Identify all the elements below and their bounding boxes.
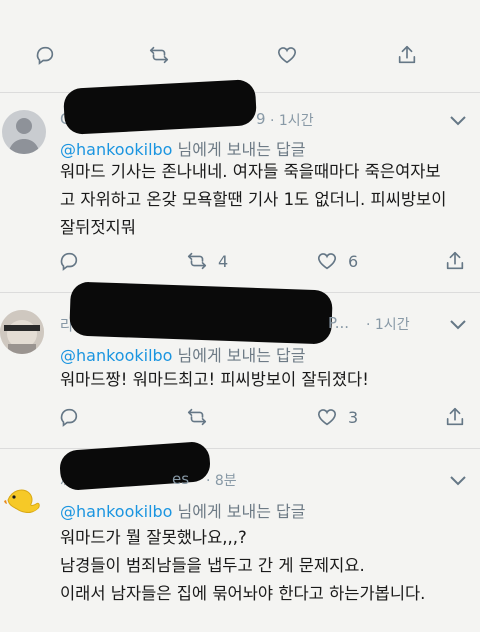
top-retweet-action[interactable] [148,44,170,66]
tweet-3-reply-handle[interactable]: @hankookilbo [60,502,172,521]
tweet-3-line: 워마드가 뭘 잘못했나요,,,? [60,528,247,547]
tweet-1-reply-action[interactable] [58,250,90,272]
tweet-2-reply-context: @hankookilbo 님에게 보내는 답글 [60,342,306,366]
retweet-icon [187,252,207,270]
share-icon [398,45,416,64]
tweet-3-body: 워마드가 뭘 잘못했나요,,,? 남경들이 범죄남들을 냅두고 간 게 문제지요… [60,524,425,608]
tweet-1-handle-fragment: 9 [256,110,266,128]
separator [0,448,480,449]
tweet-1-retweet-action[interactable]: 4 [186,250,228,272]
heart-icon [277,47,297,64]
tweet-1-share-action[interactable] [444,250,466,272]
tweet-3-timestamp[interactable]: · 8분 [206,470,237,490]
tweet-1-line: 고 자위하고 온갖 모욕할땐 기사 1도 없더니. 피씨방보이 [60,190,447,209]
share-icon [446,251,464,270]
tweet-1-like-count: 6 [348,251,359,271]
tweet-2-share-action[interactable] [444,406,466,428]
tweet-2-avatar[interactable] [0,310,44,354]
tweet-1-retweet-count: 4 [218,251,229,271]
tweet-3-reply-context: @hankookilbo 님에게 보내는 답글 [60,498,306,522]
tweet-2-reply-handle[interactable]: @hankookilbo [60,346,172,365]
reply-icon [60,408,78,427]
tweet-1-line: 잘뒤젓지뭐 [60,218,136,237]
top-share-action[interactable] [396,44,418,66]
user-photo-icon [0,310,44,354]
top-like-action[interactable] [276,44,298,66]
tweet-3-reply-suffix: 님에게 보내는 답글 [172,502,306,521]
tweet-2-reply-action[interactable] [58,406,90,428]
previous-tweet-faded-text [60,0,240,14]
tweet-3-line: 남경들이 범죄남들을 냅두고 간 게 문제지요. [60,556,365,575]
tweet-2-retweet-action[interactable] [186,406,218,428]
heart-icon [317,253,337,270]
chevron-down-icon[interactable] [448,318,468,332]
retweet-icon [187,408,207,426]
tweet-1-reply-suffix: 님에게 보내는 답글 [172,140,306,159]
retweet-icon [149,46,169,64]
chevron-down-icon[interactable] [448,474,468,488]
tweet-1-body: 워마드 기사는 존나내네. 여자들 죽을때마다 죽은여자보 고 자위하고 온갖 … [60,158,446,242]
tweet-1-line: 워마드 기사는 존나내네. 여자들 죽을때마다 죽은여자보 [60,162,441,181]
tweet-1-reply-context: @hankookilbo 님에게 보내는 답글 [60,136,306,160]
redaction-block [69,281,333,345]
duck-avatar-icon [2,489,40,513]
reply-icon [60,252,78,271]
tweet-2-body: 워마드짱! 워마드최고! 피씨방보이 잘뒤졌다! [60,366,369,394]
share-icon [446,407,464,426]
tweet-3-avatar[interactable] [2,470,46,514]
top-reply-action[interactable] [34,44,56,66]
default-avatar-icon [8,118,40,154]
tweet-1-reply-handle[interactable]: @hankookilbo [60,140,172,159]
tweet-2-reply-suffix: 님에게 보내는 답글 [172,346,306,365]
heart-icon [317,409,337,426]
tweet-2-like-count: 3 [348,407,359,427]
redaction-block [62,79,258,135]
tweet-1-avatar[interactable] [2,110,46,154]
reply-icon [36,46,54,65]
tweet-3-name-tail: es [172,470,190,488]
chevron-down-icon[interactable] [448,114,468,128]
tweet-2-name-tail: P... [328,314,350,332]
tweet-3-line: 이래서 남자들은 집에 묶어놔야 한다고 하는가봅니다. [60,584,426,603]
tweet-2-timestamp[interactable]: · 1시간 [366,314,410,334]
tweet-2-line: 워마드짱! 워마드최고! 피씨방보이 잘뒤졌다! [60,370,369,389]
tweet-1-like-action[interactable]: 6 [316,250,358,272]
tweet-2-like-action[interactable]: 3 [316,406,358,428]
tweet-1-timestamp[interactable]: · 1시간 [270,110,314,130]
